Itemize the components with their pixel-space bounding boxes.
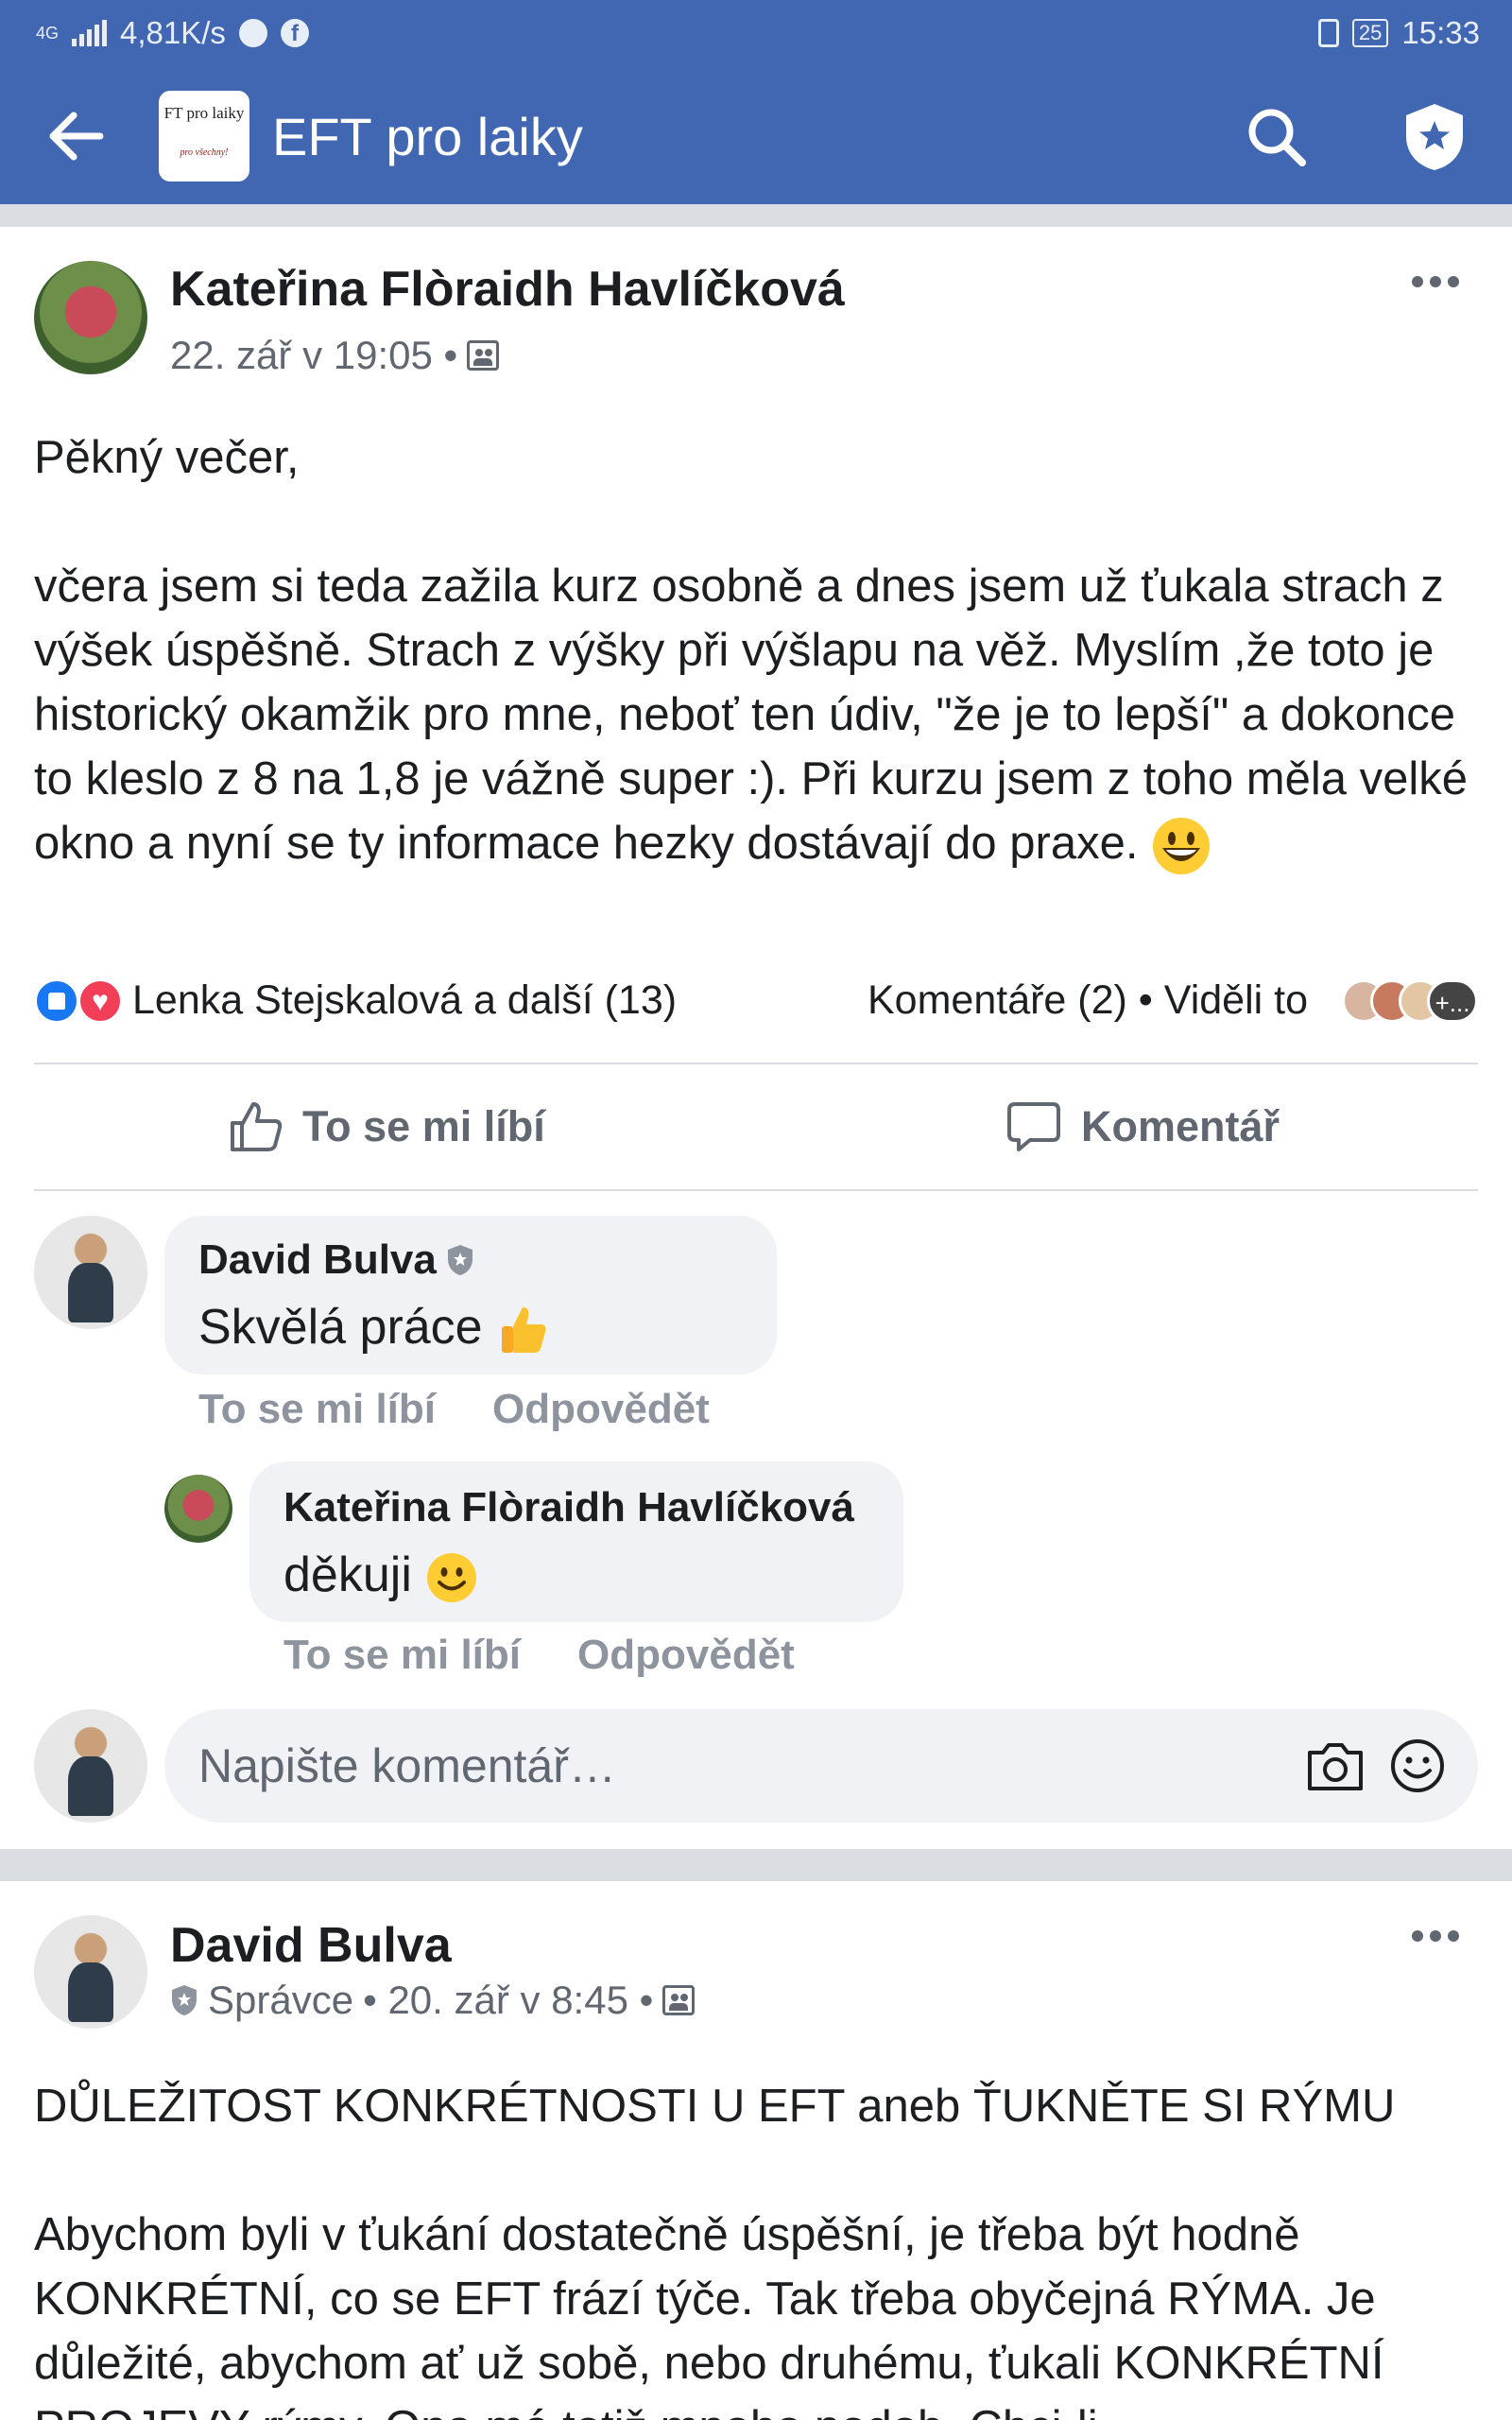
group-logo[interactable]: FT pro laiky pro všechny! bbox=[159, 91, 249, 182]
search-icon[interactable] bbox=[1246, 106, 1308, 168]
commenter-avatar[interactable] bbox=[34, 1216, 147, 1329]
admin-shield-icon[interactable] bbox=[1402, 102, 1467, 172]
divider bbox=[34, 1063, 1478, 1064]
network-speed: 4,81K/s bbox=[120, 15, 226, 50]
post-author-name[interactable]: Kateřina Flòraidh Havlíčková bbox=[170, 261, 845, 318]
post-body-text: Pěkný večer, včera jsem si teda zažila k… bbox=[34, 432, 1468, 869]
comment-text: Skvělá práce bbox=[198, 1299, 549, 1357]
reply-avatar[interactable] bbox=[164, 1475, 232, 1543]
admin-badge-icon bbox=[172, 1985, 197, 2015]
divider bbox=[34, 1189, 1478, 1191]
comment-actions: To se mi líbí Odpovědět bbox=[198, 1386, 710, 1433]
group-logo-subtext: pro všechny! bbox=[180, 147, 229, 158]
comments-and-seen[interactable]: Komentáře (2) • Viděli to +... bbox=[868, 977, 1478, 1024]
post-body-text: DŮLEŽITOST KONKRÉTNOSTI U EFT aneb ŤUKNĚ… bbox=[34, 2081, 1396, 2420]
current-user-avatar bbox=[34, 1709, 147, 1823]
admin-badge-icon bbox=[447, 1245, 472, 1275]
thumbs-up-emoji-icon bbox=[502, 1307, 546, 1354]
reactions-summary[interactable]: ♥ Lenka Stejskalová a další (13) bbox=[34, 977, 677, 1024]
app-header: FT pro laiky pro všechny! EFT pro laiky bbox=[0, 68, 1512, 204]
group-privacy-icon bbox=[662, 1985, 696, 2015]
comment-text-content: Skvělá práce bbox=[198, 1300, 483, 1355]
emoji-picker-icon[interactable] bbox=[1389, 1737, 1446, 1794]
group-title[interactable]: EFT pro laiky bbox=[272, 106, 583, 167]
comment-reply-button[interactable]: Odpovědět bbox=[492, 1386, 710, 1433]
seen-more-badge: +... bbox=[1427, 978, 1478, 1023]
comment-button[interactable]: Komentář bbox=[1005, 1098, 1280, 1155]
smiling-emoji-icon bbox=[427, 1553, 477, 1603]
comment-input[interactable] bbox=[198, 1734, 1238, 1798]
grinning-emoji-icon bbox=[1153, 818, 1211, 875]
clock: 15:33 bbox=[1401, 15, 1480, 50]
reactions-text: Lenka Stejskalová a další (13) bbox=[132, 977, 678, 1023]
back-arrow-icon[interactable] bbox=[47, 110, 104, 163]
reply-bubble: Kateřina Flòraidh Havlíčková děkuji bbox=[249, 1461, 903, 1622]
more-options-icon[interactable] bbox=[1412, 276, 1461, 289]
reply-text-content: děkuji bbox=[284, 1547, 412, 1602]
camera-icon[interactable] bbox=[1306, 1739, 1365, 1792]
battery-icon: 25 bbox=[1351, 19, 1389, 47]
feed-separator bbox=[0, 1849, 1512, 1881]
comment-button-label: Komentář bbox=[1081, 1102, 1280, 1150]
reply-author-name[interactable]: Kateřina Flòraidh Havlíčková bbox=[284, 1484, 854, 1531]
comment-author-name: David Bulva bbox=[198, 1236, 437, 1283]
status-bar: 4G 4,81K/s f 25 15:33 bbox=[0, 0, 1512, 68]
more-options-icon[interactable] bbox=[1412, 1930, 1461, 1944]
author-avatar[interactable] bbox=[34, 1915, 147, 2029]
author-avatar[interactable] bbox=[34, 261, 147, 374]
seen-by-avatars: +... bbox=[1342, 978, 1478, 1023]
comment-icon bbox=[1007, 1102, 1060, 1151]
network-type: 4G bbox=[36, 23, 60, 43]
post-date[interactable]: 22. zář v 19:05 • bbox=[170, 333, 457, 378]
post-date[interactable]: • 20. zář v 8:45 • bbox=[363, 1978, 653, 2023]
comment-author[interactable]: David Bulva bbox=[198, 1236, 474, 1284]
post-body: DŮLEŽITOST KONKRÉTNOSTI U EFT aneb ŤUKNĚ… bbox=[34, 2074, 1480, 2420]
comment-input-box[interactable] bbox=[164, 1709, 1478, 1823]
reply-actions: To se mi líbí Odpovědět bbox=[284, 1632, 795, 1679]
like-button[interactable]: To se mi líbí bbox=[227, 1098, 545, 1155]
group-logo-text: FT pro laiky bbox=[163, 104, 245, 122]
like-button-label: To se mi líbí bbox=[302, 1102, 545, 1150]
love-reaction-icon: ♥ bbox=[77, 977, 123, 1024]
post-body: Pěkný večer, včera jsem si teda zažila k… bbox=[34, 425, 1480, 876]
post-meta: 22. zář v 19:05 • bbox=[170, 333, 500, 378]
group-privacy-icon bbox=[467, 340, 500, 371]
reply-text: děkuji bbox=[284, 1547, 478, 1604]
signal-icon bbox=[72, 20, 108, 46]
like-reaction-icon bbox=[34, 977, 79, 1024]
post-author-name[interactable]: David Bulva bbox=[170, 1917, 452, 1974]
feed-separator bbox=[0, 204, 1512, 227]
messenger-icon bbox=[238, 19, 267, 47]
comment-bubble: David Bulva Skvělá práce bbox=[164, 1216, 777, 1374]
thumbs-up-icon bbox=[231, 1102, 283, 1151]
facebook-icon: f bbox=[280, 19, 309, 47]
post-meta: Správce • 20. zář v 8:45 • bbox=[170, 1978, 696, 2023]
comments-count: Komentáře (2) • Viděli to bbox=[868, 977, 1308, 1023]
author-role: Správce bbox=[208, 1978, 354, 2022]
reply-reply-button[interactable]: Odpovědět bbox=[577, 1632, 795, 1679]
vibrate-icon bbox=[1317, 19, 1339, 47]
reply-like-button[interactable]: To se mi líbí bbox=[284, 1632, 521, 1679]
top-bar: 4G 4,81K/s f 25 15:33 FT pro laiky pro v… bbox=[0, 0, 1512, 204]
comment-like-button[interactable]: To se mi líbí bbox=[198, 1386, 436, 1433]
